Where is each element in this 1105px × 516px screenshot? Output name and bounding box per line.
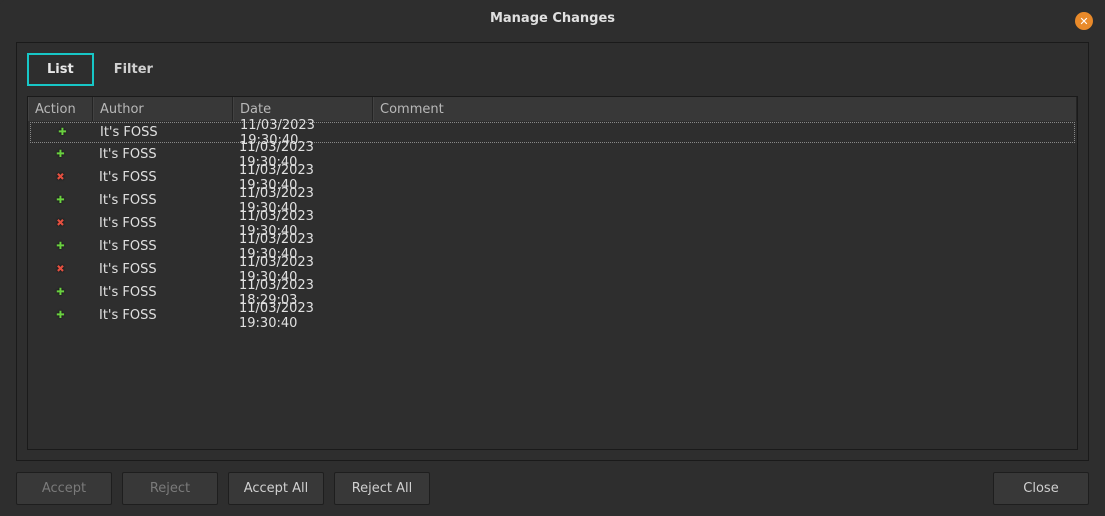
table-row[interactable]: ✚It's FOSS11/03/2023 18:29:03 [28, 281, 1077, 304]
add-icon: ✚ [56, 287, 64, 298]
table-row[interactable]: ✖It's FOSS11/03/2023 19:30:40 [28, 212, 1077, 235]
titlebar: Manage Changes ✕ [0, 0, 1105, 36]
cell-author: It's FOSS [93, 166, 233, 189]
table-body: ✚It's FOSS11/03/2023 19:30:40✚It's FOSS1… [28, 121, 1077, 327]
table-row[interactable]: ✚It's FOSS11/03/2023 19:30:40 [28, 143, 1077, 166]
add-icon: ✚ [56, 195, 64, 206]
cell-comment [373, 235, 1077, 258]
delete-icon: ✖ [56, 172, 64, 183]
header-action[interactable]: Action [28, 97, 93, 121]
cell-author: It's FOSS [94, 123, 234, 142]
cell-comment [373, 143, 1077, 166]
content-panel: List Filter Action Author Date Comment ✚… [16, 42, 1089, 461]
delete-icon: ✖ [56, 264, 64, 275]
reject-button[interactable]: Reject [122, 472, 218, 505]
table-header: Action Author Date Comment [28, 97, 1077, 121]
delete-icon: ✖ [56, 218, 64, 229]
cell-comment [373, 281, 1077, 304]
table-row[interactable]: ✚It's FOSS11/03/2023 19:30:40 [30, 122, 1075, 143]
reject-all-button[interactable]: Reject All [334, 472, 430, 505]
cell-action: ✖ [28, 258, 93, 281]
tab-bar: List Filter [17, 43, 1088, 96]
header-author[interactable]: Author [93, 97, 233, 121]
cell-author: It's FOSS [93, 212, 233, 235]
accept-button[interactable]: Accept [16, 472, 112, 505]
cell-comment [373, 166, 1077, 189]
cell-author: It's FOSS [93, 304, 233, 327]
close-icon[interactable]: ✕ [1075, 12, 1093, 30]
table-row[interactable]: ✚It's FOSS11/03/2023 19:30:40 [28, 189, 1077, 212]
window-title: Manage Changes [490, 11, 615, 26]
cell-comment [373, 189, 1077, 212]
cell-action: ✚ [28, 281, 93, 304]
cell-comment [373, 304, 1077, 327]
cell-action: ✚ [28, 235, 93, 258]
tab-list[interactable]: List [27, 53, 94, 86]
cell-comment [373, 212, 1077, 235]
add-icon: ✚ [56, 241, 64, 252]
cell-comment [373, 258, 1077, 281]
cell-action: ✖ [28, 212, 93, 235]
cell-action: ✚ [31, 123, 94, 142]
cell-action: ✚ [28, 304, 93, 327]
cell-author: It's FOSS [93, 189, 233, 212]
cell-comment [374, 123, 1074, 142]
cell-author: It's FOSS [93, 281, 233, 304]
button-bar: Accept Reject Accept All Reject All Clos… [0, 461, 1105, 516]
table-row[interactable]: ✚It's FOSS11/03/2023 19:30:40 [28, 235, 1077, 258]
accept-all-button[interactable]: Accept All [228, 472, 324, 505]
manage-changes-dialog: Manage Changes ✕ List Filter Action Auth… [0, 0, 1105, 516]
table-row[interactable]: ✖It's FOSS11/03/2023 19:30:40 [28, 166, 1077, 189]
tab-filter[interactable]: Filter [94, 53, 173, 86]
cell-author: It's FOSS [93, 258, 233, 281]
header-comment[interactable]: Comment [373, 97, 1077, 121]
cell-date: 11/03/2023 19:30:40 [233, 304, 373, 327]
table-row[interactable]: ✖It's FOSS11/03/2023 19:30:40 [28, 258, 1077, 281]
add-icon: ✚ [58, 127, 66, 138]
cell-action: ✚ [28, 143, 93, 166]
add-icon: ✚ [56, 149, 64, 160]
changes-table: Action Author Date Comment ✚It's FOSS11/… [27, 96, 1078, 450]
close-button[interactable]: Close [993, 472, 1089, 505]
cell-author: It's FOSS [93, 235, 233, 258]
add-icon: ✚ [56, 310, 64, 321]
cell-author: It's FOSS [93, 143, 233, 166]
cell-action: ✖ [28, 166, 93, 189]
table-row[interactable]: ✚ It's FOSS11/03/2023 19:30:40 [28, 304, 1077, 327]
cell-action: ✚ [28, 189, 93, 212]
